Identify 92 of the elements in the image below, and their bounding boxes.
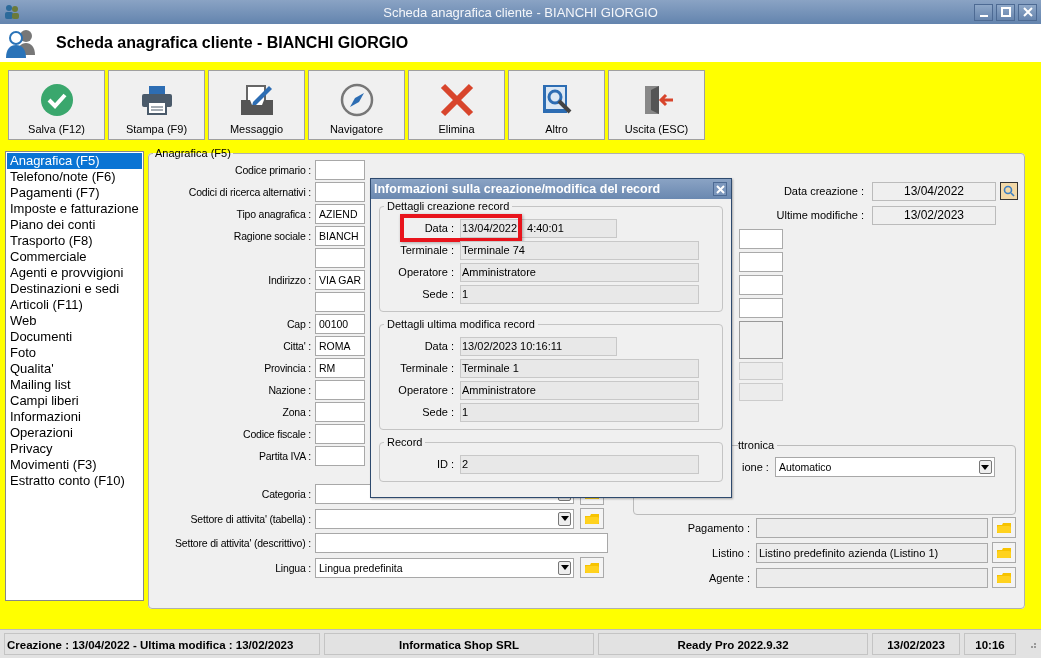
field-label: ione :: [742, 461, 769, 473]
date-field: 13/02/2023: [872, 205, 996, 225]
field-label: Zona :: [281, 406, 312, 418]
field-label: Nazione :: [267, 384, 312, 396]
section-item[interactable]: Commerciale: [7, 249, 142, 265]
field-label: Citta' :: [282, 340, 312, 352]
field-label: Terminale :: [399, 244, 455, 256]
section-item[interactable]: Qualita': [7, 361, 142, 377]
section-item[interactable]: Web: [7, 313, 142, 329]
dropdown-field[interactable]: Lingua predefinita: [315, 557, 574, 578]
input-field[interactable]: RM: [315, 358, 365, 378]
input-field[interactable]: BIANCH: [315, 226, 365, 246]
field-label: Indirizzo :: [267, 274, 312, 286]
field-label: Operatore :: [397, 384, 455, 396]
section-item[interactable]: Foto: [7, 345, 142, 361]
readonly-field: 2: [460, 454, 699, 474]
readonly-field: Terminale 74: [460, 240, 699, 260]
status-field: Informatica Shop SRL: [324, 633, 594, 655]
section-item[interactable]: Mailing list: [7, 377, 142, 393]
field-label: Codice primario :: [234, 164, 312, 176]
dropdown-field[interactable]: Automatico: [774, 457, 995, 477]
exit-button[interactable]: Uscita (ESC): [608, 70, 705, 140]
field-label: Data creazione :: [783, 185, 864, 197]
group-title: Dettagli creazione record: [386, 200, 511, 212]
status-field: Ready Pro 2022.9.32: [598, 633, 868, 655]
status-field: Creazione : 13/04/2022 - Ultima modifica : 13/02/2023: [4, 633, 320, 655]
section-item[interactable]: Destinazioni e sedi: [7, 281, 142, 297]
field-label: Tipo anagrafica :: [235, 208, 312, 220]
input-field[interactable]: AZIEND: [315, 204, 365, 224]
group-title: Record: [386, 436, 424, 448]
status-field: 10:16: [964, 633, 1016, 655]
dialog-title: Informazioni sulla creazione/modifica del record: [374, 182, 661, 196]
readonly-field: Terminale 1: [460, 358, 699, 378]
field-label: Data :: [423, 340, 455, 352]
field-label: ID :: [435, 458, 455, 470]
input-field: Listino predefinito azienda (Listino 1): [756, 542, 988, 563]
readonly-field: 1: [460, 284, 699, 304]
field-label: Listino :: [712, 546, 750, 559]
section-item[interactable]: Privacy: [7, 441, 142, 457]
field-label: Provincia :: [263, 362, 312, 374]
readonly-field: Amministratore: [460, 380, 699, 400]
group-title: Dettagli ultima modifica record: [386, 318, 536, 330]
field-label: Sede :: [421, 406, 455, 418]
field-label: Cap :: [285, 318, 312, 330]
field-label: Pagamento :: [687, 521, 750, 534]
page-title: Scheda anagrafica cliente - BIANCHI GIORGIO: [56, 34, 409, 52]
window-title: Scheda anagrafica cliente - BIANCHI GIORGIO: [383, 4, 658, 20]
field-label: Categoria :: [260, 488, 312, 501]
readonly-field: 13/04/2022 4:40:01: [460, 218, 617, 238]
section-item[interactable]: Estratto conto (F10): [7, 473, 142, 489]
field-label: Operatore :: [397, 266, 455, 278]
readonly-field: 1: [460, 402, 699, 422]
section-item[interactable]: Articoli (F11): [7, 297, 142, 313]
section-item[interactable]: Documenti: [7, 329, 142, 345]
save-button[interactable]: Salva (F12): [8, 70, 105, 140]
section-item[interactable]: Imposte e fatturazione: [7, 201, 142, 217]
delete-button[interactable]: Elimina: [408, 70, 505, 140]
section-item[interactable]: Pagamenti (F7): [7, 185, 142, 201]
navigator-button[interactable]: Navigatore: [308, 70, 405, 140]
readonly-field: 13/02/2023 10:16:11: [460, 336, 617, 356]
section-item[interactable]: Operazioni: [7, 425, 142, 441]
field-label: Codice fiscale :: [242, 428, 312, 440]
field-label: Data :: [423, 222, 455, 234]
field-label: Ragione sociale :: [232, 230, 312, 242]
date-field: 13/04/2022: [872, 181, 996, 201]
group-title: Anagrafica (F5): [154, 147, 232, 159]
group-title: ttronica: [738, 439, 776, 451]
input-field[interactable]: 00100: [315, 314, 365, 334]
input-field[interactable]: VIA GAR: [315, 270, 365, 290]
readonly-field: Amministratore: [460, 262, 699, 282]
section-item[interactable]: Informazioni: [7, 409, 142, 425]
section-item[interactable]: Piano dei conti: [7, 217, 142, 233]
field-label: Settore di attivita' (descrittivo) :: [173, 537, 312, 550]
section-item[interactable]: Campi liberi: [7, 393, 142, 409]
other-button[interactable]: Altro: [508, 70, 605, 140]
field-label: Agente :: [709, 571, 750, 584]
print-button[interactable]: Stampa (F9): [108, 70, 205, 140]
section-item[interactable]: Movimenti (F3): [7, 457, 142, 473]
section-item[interactable]: Agenti e provvigioni: [7, 265, 142, 281]
section-item[interactable]: Telefono/note (F6): [7, 169, 142, 185]
status-field: 13/02/2023: [872, 633, 960, 655]
field-label: Partita IVA :: [257, 450, 312, 462]
section-item[interactable]: Trasporto (F8): [7, 233, 142, 249]
field-label: Terminale :: [399, 362, 455, 374]
field-label: Settore di attivita' (tabella) :: [189, 512, 312, 525]
field-label: Codici di ricerca alternativi :: [187, 186, 312, 198]
field-label: Lingua :: [274, 561, 312, 574]
input-field[interactable]: ROMA: [315, 336, 365, 356]
field-label: Ultime modifiche :: [776, 209, 864, 221]
message-button[interactable]: Messaggio: [208, 70, 305, 140]
field-label: Sede :: [421, 288, 455, 300]
section-item[interactable]: Anagrafica (F5): [7, 153, 142, 169]
